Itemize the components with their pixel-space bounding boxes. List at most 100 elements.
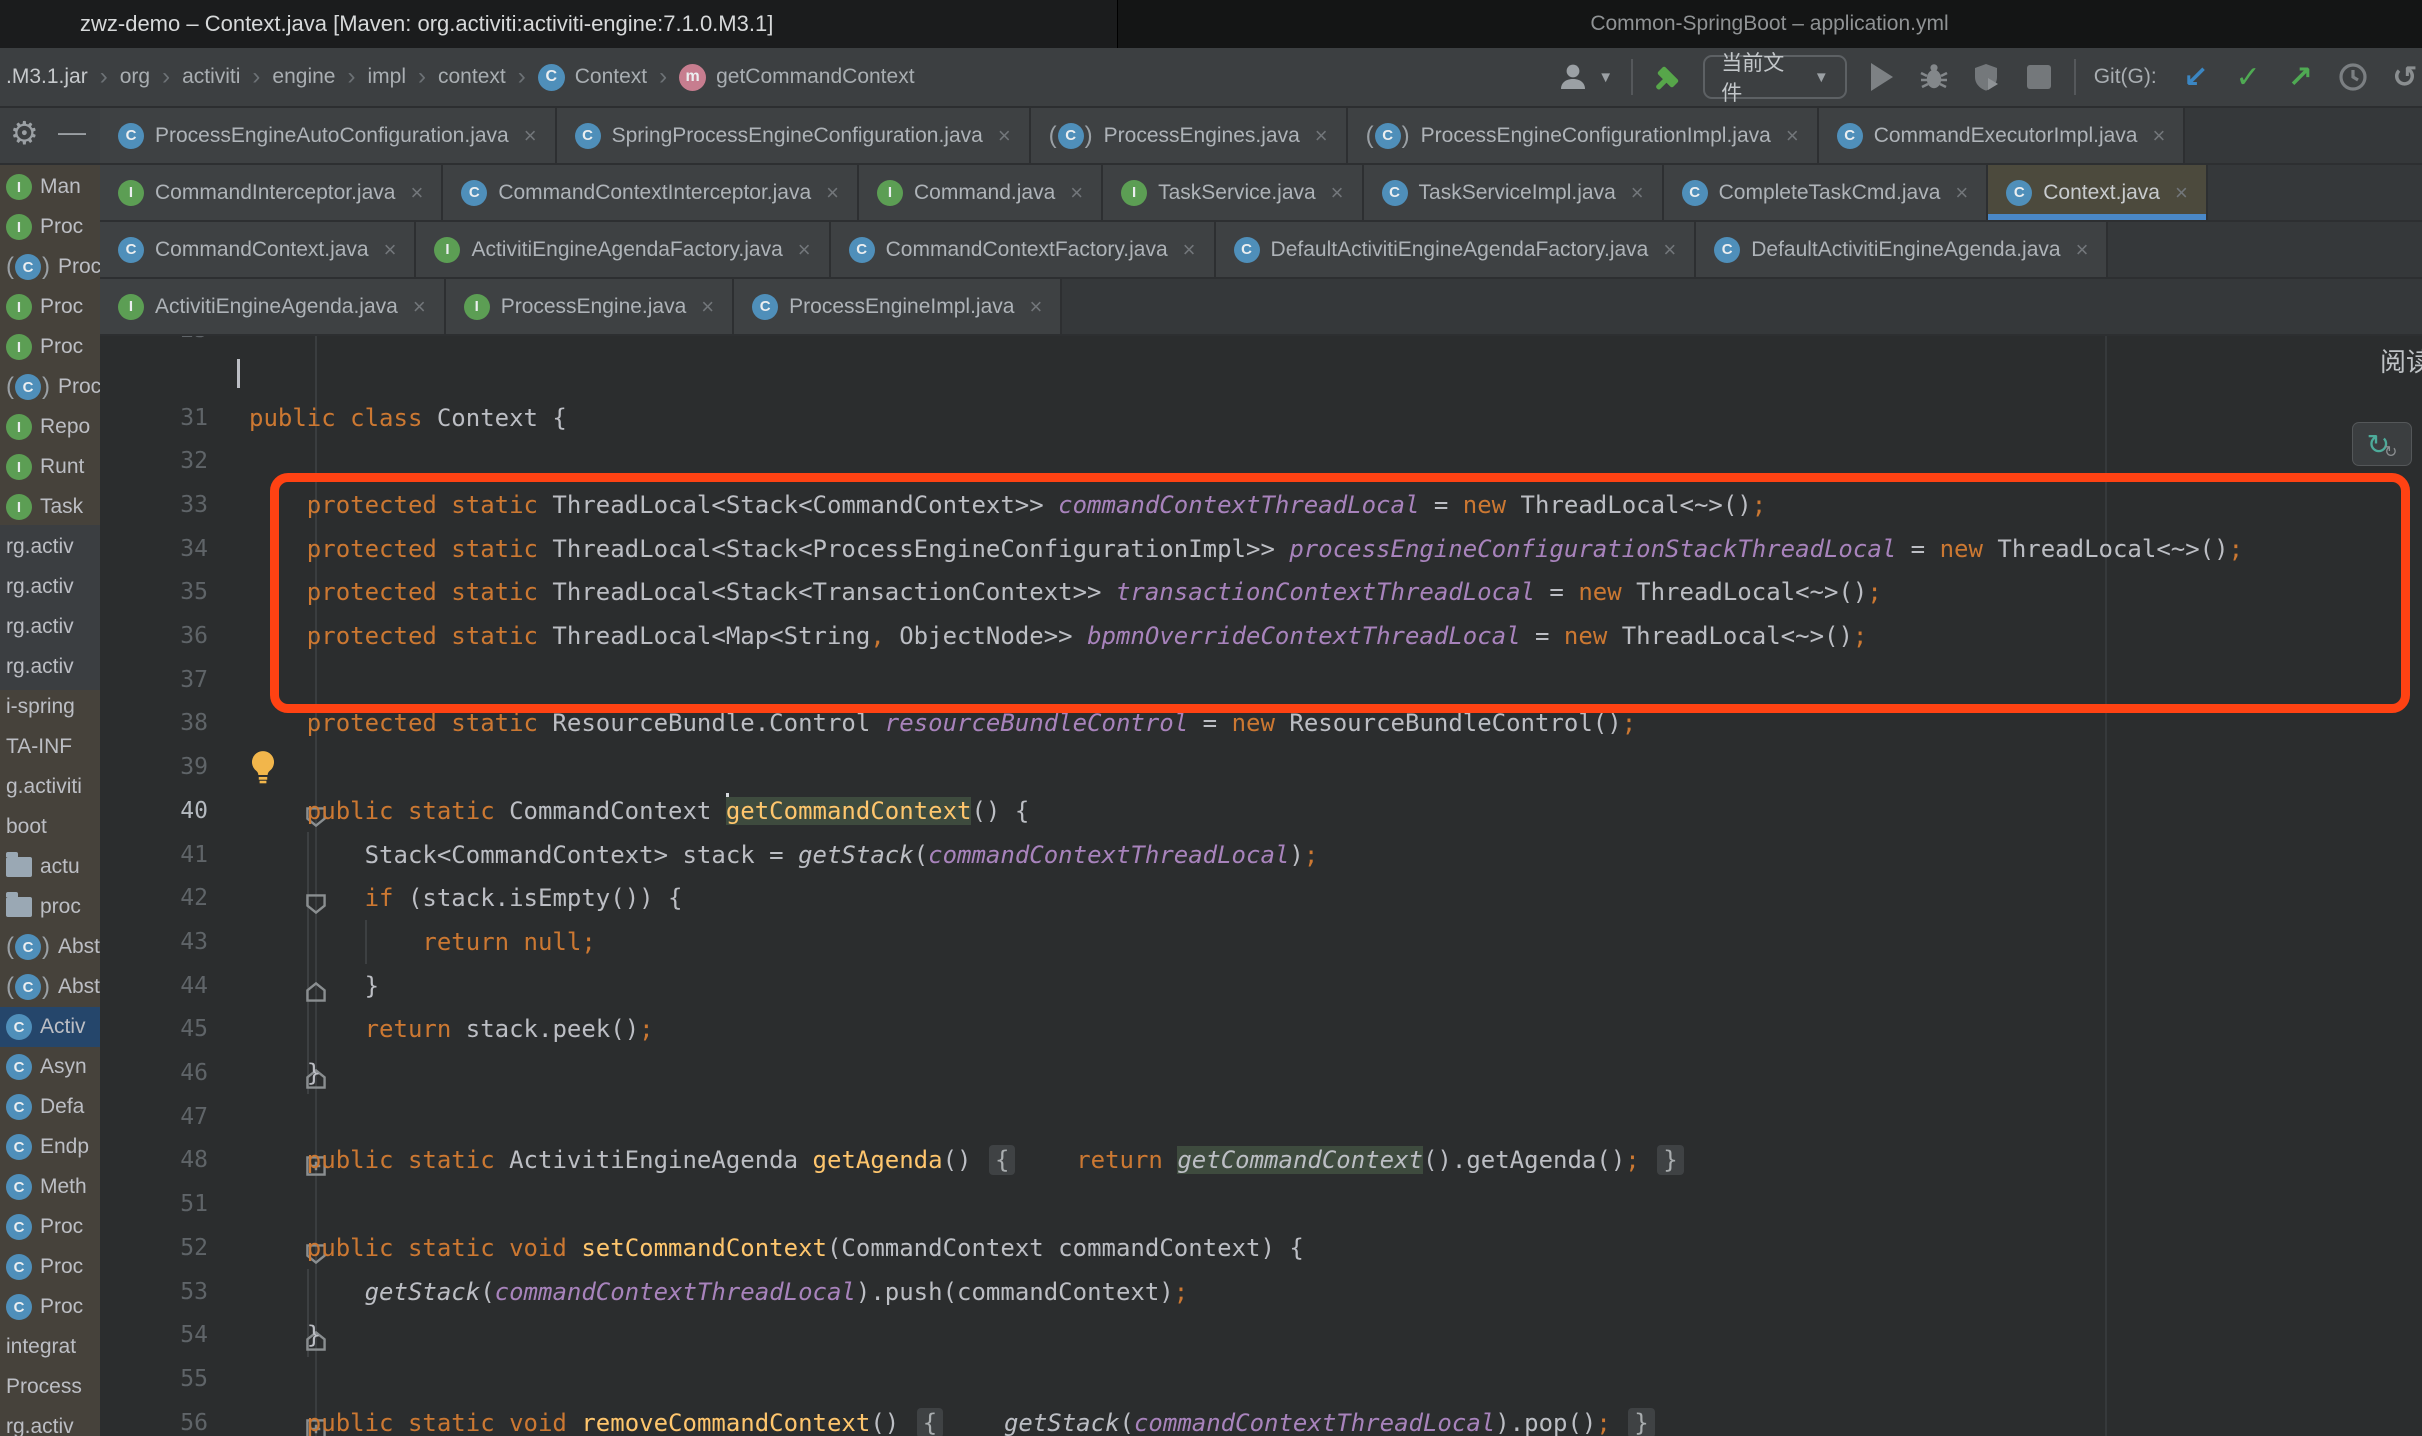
git-push-icon[interactable]: ↗	[2283, 59, 2317, 95]
close-icon[interactable]: ×	[1315, 123, 1328, 149]
code-line[interactable]: 40 public static CommandContext getComma…	[100, 789, 2422, 833]
sidebar-item-Asyn[interactable]: CAsyn	[6, 1047, 87, 1087]
sidebar-item-Defa[interactable]: CDefa	[6, 1087, 84, 1127]
sidebar-item-Activ[interactable]: CActiv	[0, 1007, 100, 1047]
sidebar-item-Proc[interactable]: CProc	[6, 1247, 83, 1287]
sidebar-item-Proc[interactable]: IProc	[6, 207, 83, 247]
code-editor[interactable]: 2531public class Context {3233 protected…	[100, 336, 2422, 1436]
close-icon[interactable]: ×	[826, 180, 839, 206]
code-line[interactable]: 43 return null;	[100, 920, 2422, 964]
sidebar-item-proc[interactable]: proc	[6, 887, 81, 927]
close-icon[interactable]: ×	[2152, 123, 2165, 149]
debug-bug-icon[interactable]	[1917, 59, 1951, 95]
sidebar-item-Task[interactable]: ITask	[6, 487, 83, 527]
sidebar-item-TA-INF[interactable]: TA-INF	[6, 727, 72, 767]
coverage-shield-icon[interactable]	[1969, 59, 2003, 95]
sidebar-item-Proc[interactable]: IProc	[6, 287, 83, 327]
breadcrumb-item[interactable]: activiti	[182, 65, 240, 89]
code-line[interactable]: 42 if (stack.isEmpty()) {	[100, 876, 2422, 920]
sidebar-item-integrat[interactable]: integrat	[6, 1327, 76, 1367]
close-icon[interactable]: ×	[1663, 237, 1676, 263]
sidebar-item-Abst[interactable]: (C)Abst	[6, 967, 100, 1007]
code-line[interactable]: 52 public static void setCommandContext(…	[100, 1226, 2422, 1270]
close-icon[interactable]: ×	[2175, 180, 2188, 206]
code-line[interactable]: 47	[100, 1095, 2422, 1139]
sidebar-item-Proc[interactable]: (C)Proc	[6, 367, 100, 407]
history-clock-icon[interactable]	[2335, 59, 2369, 95]
sidebar-item-Abst[interactable]: (C)Abst	[6, 927, 100, 967]
tab-ProcessEngineImpl.java[interactable]: CProcessEngineImpl.java×	[734, 279, 1062, 334]
sidebar-item-rg.activ[interactable]: rg.activ	[6, 647, 74, 687]
revert-icon[interactable]: ↺	[2388, 59, 2422, 95]
sidebar-item-Process[interactable]: Process	[6, 1367, 82, 1407]
code-line[interactable]: 46 }	[100, 1051, 2422, 1095]
code-line[interactable]: 45 return stack.peek();	[100, 1007, 2422, 1051]
code-line[interactable]: 54 }	[100, 1313, 2422, 1357]
code-line[interactable]: 51	[100, 1182, 2422, 1226]
sidebar-item-Proc[interactable]: IProc	[6, 327, 83, 367]
tab-CompleteTaskCmd.java[interactable]: CCompleteTaskCmd.java×	[1664, 165, 1989, 220]
user-account-icon[interactable]	[1556, 59, 1590, 95]
stop-icon[interactable]	[2022, 59, 2056, 95]
intention-bulb-icon[interactable]	[246, 749, 280, 785]
sidebar-item-i-spring[interactable]: i-spring	[6, 687, 75, 727]
sidebar-item-actu[interactable]: actu	[6, 847, 80, 887]
sidebar-item-Meth[interactable]: CMeth	[6, 1167, 87, 1207]
close-icon[interactable]: ×	[701, 294, 714, 320]
sidebar-item-Endp[interactable]: CEndp	[6, 1127, 89, 1167]
tab-SpringProcessEngineConfiguration.java[interactable]: CSpringProcessEngineConfiguration.java×	[557, 108, 1031, 163]
breadcrumb-method[interactable]: getCommandContext	[716, 65, 914, 89]
close-icon[interactable]: ×	[413, 294, 426, 320]
git-update-icon[interactable]: ↙	[2179, 59, 2213, 95]
tab-CommandContextInterceptor.java[interactable]: CCommandContextInterceptor.java×	[443, 165, 859, 220]
tab-TaskService.java[interactable]: ITaskService.java×	[1103, 165, 1363, 220]
code-line[interactable]: 41 Stack<CommandContext> stack = getStac…	[100, 833, 2422, 877]
tab-ProcessEngine.java[interactable]: IProcessEngine.java×	[446, 279, 734, 334]
tab-DefaultActivitiEngineAgenda.java[interactable]: CDefaultActivitiEngineAgenda.java×	[1696, 222, 2108, 277]
code-line[interactable]: 55	[100, 1357, 2422, 1401]
sidebar-item-Proc[interactable]: CProc	[6, 1287, 83, 1327]
breadcrumb-item[interactable]: context	[438, 65, 506, 89]
sidebar-item-boot[interactable]: boot	[6, 807, 47, 847]
sidebar-item-Proc[interactable]: (C)Proc	[6, 247, 100, 287]
close-icon[interactable]: ×	[524, 123, 537, 149]
tab-TaskServiceImpl.java[interactable]: CTaskServiceImpl.java×	[1364, 165, 1664, 220]
tab-CommandContextFactory.java[interactable]: CCommandContextFactory.java×	[831, 222, 1216, 277]
close-icon[interactable]: ×	[1183, 237, 1196, 263]
tab-DefaultActivitiEngineAgendaFactory.java[interactable]: CDefaultActivitiEngineAgendaFactory.java…	[1216, 222, 1697, 277]
close-icon[interactable]: ×	[1786, 123, 1799, 149]
tab-CommandInterceptor.java[interactable]: ICommandInterceptor.java×	[100, 165, 443, 220]
breadcrumb-item[interactable]: engine	[272, 65, 335, 89]
close-icon[interactable]: ×	[384, 237, 397, 263]
tab-ProcessEngines.java[interactable]: (C)ProcessEngines.java×	[1031, 108, 1348, 163]
hide-panel-icon[interactable]: —	[58, 116, 86, 148]
sidebar-item-rg.activ[interactable]: rg.activ	[6, 1407, 74, 1436]
code-line[interactable]: 48 public static ActivitiEngineAgenda ge…	[100, 1138, 2422, 1182]
sidebar-item-rg.activ[interactable]: rg.activ	[6, 607, 74, 647]
gear-icon[interactable]: ⚙	[10, 114, 39, 152]
tab-ActivitiEngineAgenda.java[interactable]: IActivitiEngineAgenda.java×	[100, 279, 446, 334]
sidebar-item-Runt[interactable]: IRunt	[6, 447, 84, 487]
tab-ProcessEngineConfigurationImpl.java[interactable]: (C)ProcessEngineConfigurationImpl.java×	[1348, 108, 1819, 163]
close-icon[interactable]: ×	[1070, 180, 1083, 206]
close-icon[interactable]: ×	[1331, 180, 1344, 206]
breadcrumb-item[interactable]: org	[120, 65, 150, 89]
close-icon[interactable]: ×	[1029, 294, 1042, 320]
code-line[interactable]: 44 }	[100, 964, 2422, 1008]
breadcrumb-class[interactable]: Context	[575, 65, 647, 89]
close-icon[interactable]: ×	[2076, 237, 2089, 263]
code-line[interactable]: 39	[100, 745, 2422, 789]
sidebar-item-Proc[interactable]: CProc	[6, 1207, 83, 1247]
floating-editor-tool[interactable]: ↻↻	[2352, 422, 2412, 466]
code-line[interactable]	[100, 352, 2422, 396]
run-icon[interactable]	[1865, 59, 1899, 95]
tab-Context.java[interactable]: CContext.java×	[1988, 165, 2208, 220]
close-icon[interactable]: ×	[998, 123, 1011, 149]
code-line[interactable]: 56 public static void removeCommandConte…	[100, 1401, 2422, 1436]
code-line[interactable]: 25	[100, 336, 2422, 352]
tab-ActivitiEngineAgendaFactory.java[interactable]: IActivitiEngineAgendaFactory.java×	[416, 222, 830, 277]
build-hammer-icon[interactable]	[1651, 59, 1685, 95]
tab-ProcessEngineAutoConfiguration.java[interactable]: CProcessEngineAutoConfiguration.java×	[100, 108, 557, 163]
breadcrumb-item[interactable]: impl	[367, 65, 406, 89]
git-commit-check-icon[interactable]: ✓	[2231, 59, 2265, 95]
